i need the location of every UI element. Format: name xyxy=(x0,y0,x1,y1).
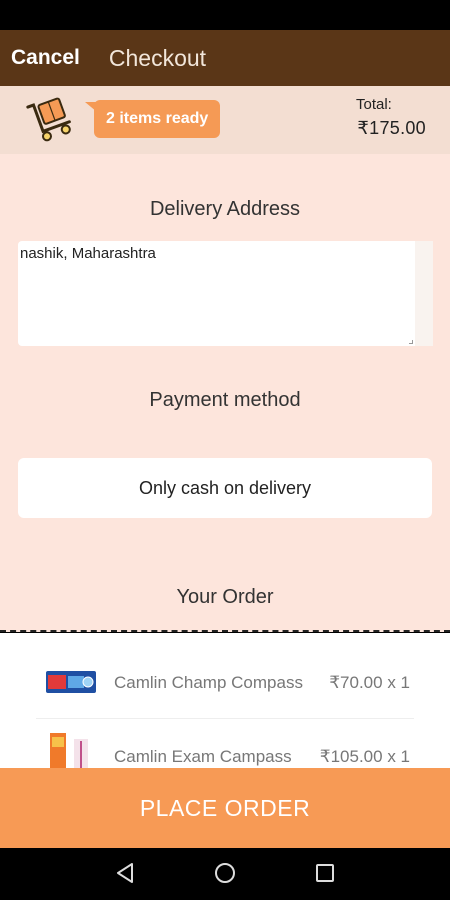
recents-square-icon[interactable] xyxy=(312,860,338,886)
item-price: ₹105.00 x 1 xyxy=(319,747,410,766)
total-amount: ₹175.00 xyxy=(357,118,426,138)
hand-truck-icon xyxy=(26,97,71,142)
items-ready-badge: 2 items ready xyxy=(84,100,221,138)
payment-method-heading: Payment method xyxy=(149,389,301,411)
total-label: Total: xyxy=(356,96,392,113)
system-nav-bar xyxy=(0,848,450,900)
order-list[interactable]: Camlin Champ Compass ₹70.00 x 1 Camlin E… xyxy=(0,633,450,768)
app-bar: Cancel Checkout xyxy=(0,30,450,86)
compass-box-thumbnail xyxy=(46,671,96,693)
checkout-content: Delivery Address nashik, Maharashtra Pay… xyxy=(0,154,450,632)
delivery-address-value: nashik, Maharashtra xyxy=(20,245,156,262)
payment-method-label: Only cash on delivery xyxy=(138,477,312,498)
delivery-address-field[interactable]: nashik, Maharashtra xyxy=(18,241,433,346)
order-summary-bar: 2 items ready Total: ₹175.00 xyxy=(0,86,450,154)
compass-box-thumbnail xyxy=(50,733,88,768)
item-name: Camlin Exam Campass xyxy=(114,747,292,766)
page-title: Checkout xyxy=(108,44,207,71)
item-name: Camlin Champ Compass xyxy=(114,673,303,692)
cancel-button[interactable]: Cancel xyxy=(11,46,80,70)
list-item[interactable]: Camlin Exam Campass ₹105.00 x 1 xyxy=(36,719,414,768)
delivery-address-heading: Delivery Address xyxy=(149,198,301,220)
list-item[interactable]: Camlin Champ Compass ₹70.00 x 1 xyxy=(36,633,414,719)
items-ready-label: 2 items ready xyxy=(106,110,209,127)
place-order-button[interactable]: PLACE ORDER xyxy=(0,768,450,848)
item-price: ₹70.00 x 1 xyxy=(329,673,410,692)
order-divider xyxy=(0,630,450,632)
address-scrollbar[interactable] xyxy=(415,241,433,346)
payment-method-option[interactable]: Only cash on delivery xyxy=(18,458,432,518)
your-order-heading: Your Order xyxy=(176,586,274,608)
back-triangle-icon[interactable] xyxy=(112,860,138,886)
home-circle-icon[interactable] xyxy=(212,860,238,886)
resize-handle-icon[interactable] xyxy=(409,340,413,344)
status-bar xyxy=(0,0,450,30)
